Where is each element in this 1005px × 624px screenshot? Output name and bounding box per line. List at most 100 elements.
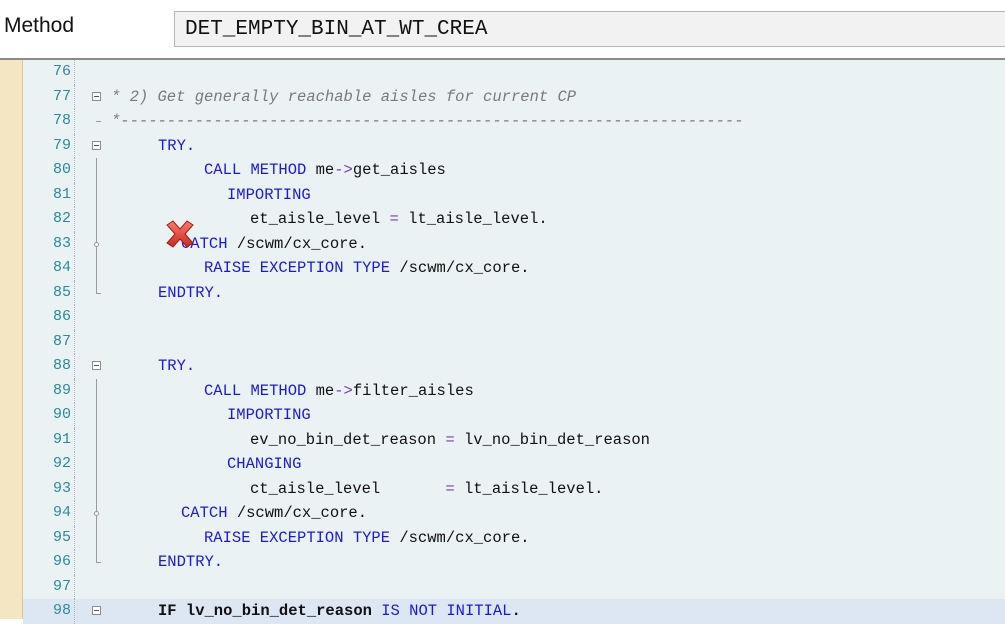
code-editor[interactable]: 76 77 * 2) Get generally reachable aisle… xyxy=(23,60,1005,624)
line-number: 92 xyxy=(52,455,71,472)
code-text: CALL METHOD me->get_aisles xyxy=(204,161,446,179)
code-text: IMPORTING xyxy=(227,406,311,424)
code-line: 80 CALL METHOD me->get_aisles xyxy=(23,158,1005,183)
breakpoint-gutter[interactable] xyxy=(0,60,23,619)
code-line: 87 xyxy=(23,329,1005,354)
line-number: 96 xyxy=(52,553,71,570)
code-line: 77 * 2) Get generally reachable aisles f… xyxy=(23,84,1005,109)
fold-guide xyxy=(96,280,97,293)
line-number: 78 xyxy=(52,112,71,129)
line-number: 82 xyxy=(52,210,71,227)
code-text: ENDTRY. xyxy=(158,283,224,302)
line-number: 89 xyxy=(52,381,71,399)
code-text: IF lv_no_bin_det_reason IS NOT INITIAL. xyxy=(158,602,521,620)
code-line: 85 ENDTRY. xyxy=(23,280,1005,305)
line-number: 97 xyxy=(52,577,71,595)
code-line: 78 *------------------------------------… xyxy=(23,109,1005,134)
code-line: 76 xyxy=(23,60,1005,85)
code-text: IMPORTING xyxy=(227,185,311,204)
fold-toggle-icon[interactable] xyxy=(92,606,101,615)
line-number-separator xyxy=(74,305,75,330)
line-number: 81 xyxy=(52,185,71,203)
code-text: RAISE EXCEPTION TYPE /scwm/cx_core. xyxy=(204,528,530,547)
code-text: RAISE EXCEPTION TYPE /scwm/cx_core. xyxy=(204,259,530,277)
line-number: 93 xyxy=(52,479,71,497)
line-number-separator xyxy=(74,109,75,134)
code-line: 89 CALL METHOD me->filter_aisles xyxy=(23,378,1005,403)
code-line: 97 xyxy=(23,574,1005,599)
line-number: 77 xyxy=(52,87,71,105)
fold-branch-marker xyxy=(94,241,99,247)
fold-toggle-icon[interactable] xyxy=(92,91,101,101)
code-line: 81 IMPORTING xyxy=(23,182,1005,207)
method-label: Method xyxy=(4,14,75,37)
line-number-separator xyxy=(74,133,75,158)
code-text: et_aisle_level = lt_aisle_level. xyxy=(250,210,548,228)
line-number: 95 xyxy=(52,528,71,546)
line-number: 88 xyxy=(52,357,71,374)
line-number: 87 xyxy=(52,332,71,350)
code-text: CATCH /scwm/cx_core. xyxy=(181,234,368,253)
code-line: 92 CHANGING xyxy=(23,452,1005,477)
code-line: 94 CATCH /scwm/cx_core. xyxy=(23,501,1005,526)
line-number: 98 xyxy=(52,602,71,619)
code-text: CATCH /scwm/cx_core. xyxy=(181,504,368,522)
code-text: ENDTRY. xyxy=(158,553,224,571)
line-number: 83 xyxy=(52,234,71,252)
method-name-value: DET_EMPTY_BIN_AT_WT_CREA xyxy=(185,18,488,41)
code-comment: * 2) Get generally reachable aisles for … xyxy=(111,87,577,106)
line-number: 80 xyxy=(52,161,71,178)
line-number: 90 xyxy=(52,406,71,423)
fold-guide xyxy=(96,403,97,428)
line-number-separator xyxy=(74,60,75,85)
line-number: 91 xyxy=(52,430,71,448)
code-line-active: 98 IF lv_no_bin_det_reason IS NOT INITIA… xyxy=(23,599,1005,624)
line-number-separator xyxy=(74,354,75,379)
code-text: CHANGING xyxy=(227,455,302,473)
fold-guide xyxy=(96,182,97,207)
fold-guide xyxy=(96,525,97,550)
line-number-separator xyxy=(74,403,75,428)
line-number-separator xyxy=(74,452,75,477)
fold-guide xyxy=(96,378,97,403)
fold-guide xyxy=(96,452,97,477)
line-number-separator xyxy=(74,574,75,599)
line-number-separator xyxy=(74,231,75,256)
fold-guide xyxy=(96,256,97,281)
fold-end-marker xyxy=(96,562,101,563)
line-number-separator xyxy=(74,427,75,452)
code-line: 90 IMPORTING xyxy=(23,403,1005,428)
code-comment: *---------------------------------------… xyxy=(111,112,744,130)
line-number-separator xyxy=(74,158,75,183)
method-name-field[interactable]: DET_EMPTY_BIN_AT_WT_CREA xyxy=(174,11,1005,47)
line-number-separator xyxy=(74,182,75,207)
fold-guide xyxy=(96,427,97,452)
line-number-separator xyxy=(74,378,75,403)
line-number-separator xyxy=(74,329,75,354)
fold-guide xyxy=(96,158,97,183)
code-text: TRY. xyxy=(158,357,196,375)
code-line: 96 ENDTRY. xyxy=(23,550,1005,575)
line-number: 76 xyxy=(52,63,71,80)
fold-toggle-icon[interactable] xyxy=(92,140,101,150)
code-line: 95 RAISE EXCEPTION TYPE /scwm/cx_core. xyxy=(23,525,1005,550)
line-number: 84 xyxy=(52,259,71,276)
line-number-separator xyxy=(74,256,75,281)
line-number: 79 xyxy=(52,136,71,154)
method-header: Method DET_EMPTY_BIN_AT_WT_CREA xyxy=(0,0,1005,60)
code-text: CALL METHOD me->filter_aisles xyxy=(204,381,474,400)
fold-guide xyxy=(96,476,97,501)
code-line: 84 RAISE EXCEPTION TYPE /scwm/cx_core. xyxy=(23,256,1005,281)
code-line: 79 TRY. xyxy=(23,133,1005,158)
line-number-separator xyxy=(74,476,75,501)
fold-end-marker xyxy=(96,292,101,294)
code-text: ct_aisle_level = lt_aisle_level. xyxy=(250,479,604,498)
line-number: 94 xyxy=(52,504,71,521)
code-line: 91 ev_no_bin_det_reason = lv_no_bin_det_… xyxy=(23,427,1005,452)
fold-guide xyxy=(96,550,97,562)
line-number-separator xyxy=(74,207,75,232)
fold-toggle-icon[interactable] xyxy=(92,361,101,370)
line-number-separator xyxy=(74,599,75,624)
line-number-separator xyxy=(74,501,75,526)
red-x-icon[interactable] xyxy=(163,219,197,249)
